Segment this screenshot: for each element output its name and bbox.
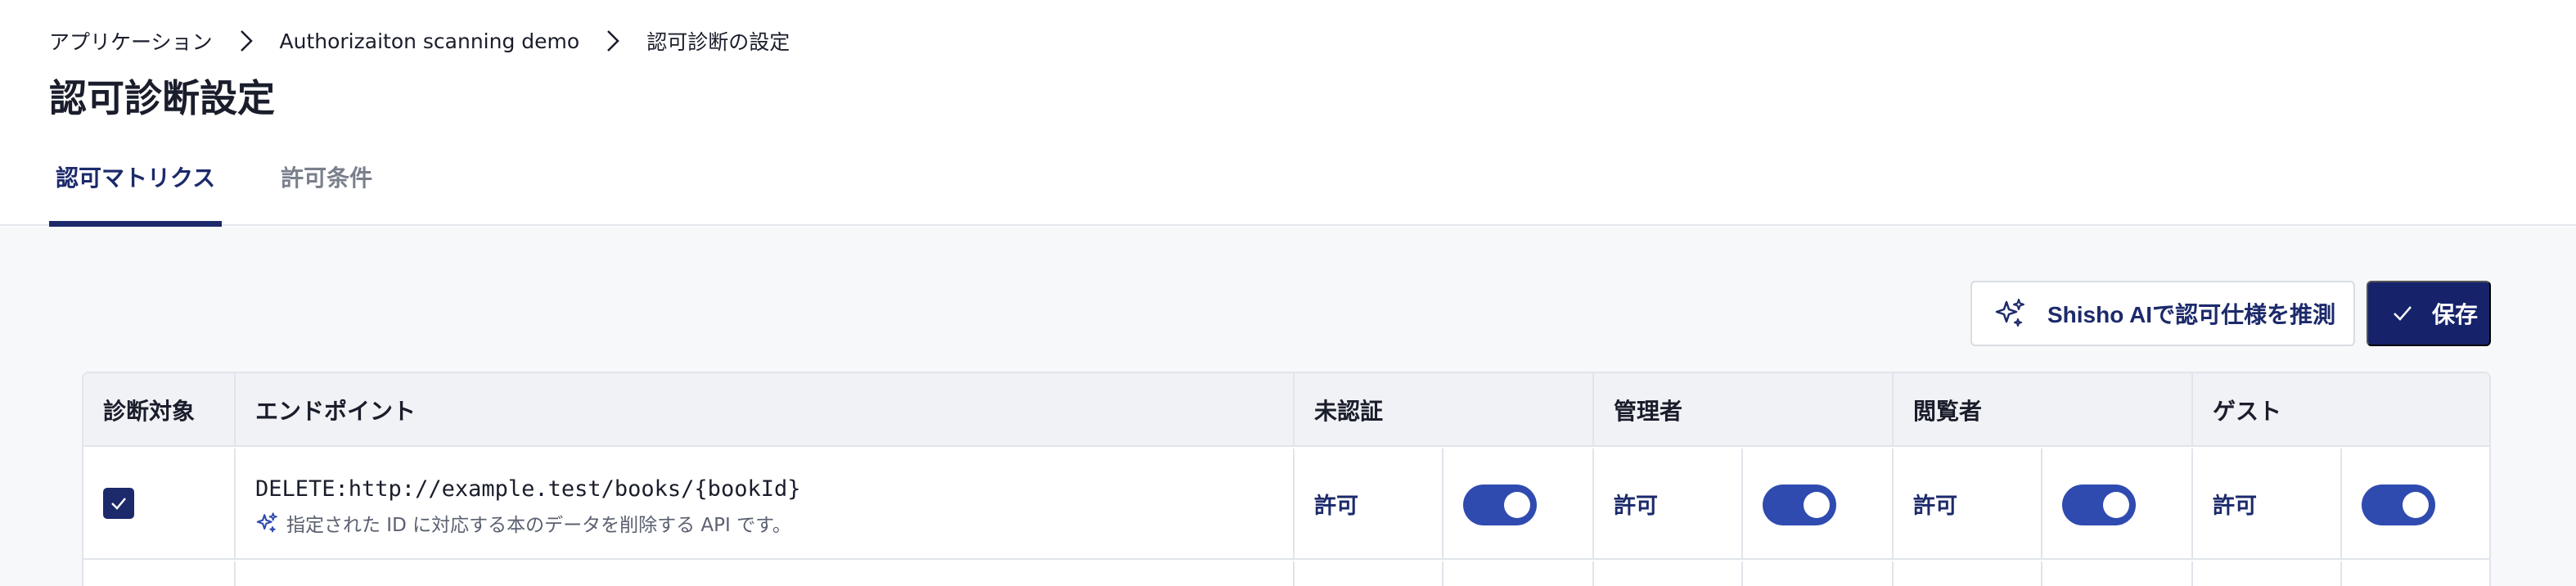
- permission-cell-guest: 許可: [2193, 449, 2489, 558]
- sparkles-icon: [255, 512, 278, 534]
- toggle-knob: [1504, 492, 1530, 518]
- permission-label: 許可: [2213, 494, 2257, 519]
- check-icon: [2391, 302, 2414, 325]
- breadcrumb: アプリケーション Authorizaiton scanning demo 認可診…: [49, 25, 790, 57]
- cell-divider: [2041, 449, 2042, 558]
- permission-cell-viewer: [1894, 561, 2193, 586]
- column-header-admin: 管理者: [1594, 373, 1894, 447]
- tab-authorization-matrix[interactable]: 認可マトリクス: [49, 147, 223, 228]
- save-button[interactable]: 保存: [2367, 281, 2491, 346]
- permission-cell-unauthenticated: [1295, 561, 1594, 586]
- tab-permission-conditions[interactable]: 許可条件: [274, 147, 379, 226]
- cell-divider: [2340, 449, 2342, 558]
- breadcrumb-item-current: 認可診断の設定: [646, 30, 790, 54]
- cell-divider: [2340, 561, 2342, 586]
- permission-toggle-unauthenticated[interactable]: [1463, 485, 1537, 525]
- endpoint-cell: DELETE:http://example.test/books/{bookId…: [236, 449, 1295, 558]
- save-button-label: 保存: [2432, 302, 2479, 327]
- page-title: 認可診断設定: [49, 76, 275, 120]
- cell-divider: [1741, 449, 1743, 558]
- tab-bar: 認可マトリクス 許可条件: [49, 147, 431, 228]
- permission-label: 許可: [1314, 494, 1358, 519]
- permission-toggle-guest[interactable]: [2362, 485, 2435, 525]
- cell-divider: [1442, 449, 1443, 558]
- cell-divider: [1741, 561, 1743, 586]
- target-cell: [83, 561, 236, 586]
- target-cell: [83, 449, 236, 558]
- cell-divider: [2041, 561, 2042, 586]
- endpoint-cell: [236, 561, 1295, 586]
- endpoint-description: 指定された ID に対応する本のデータを削除する API です。: [255, 509, 791, 537]
- target-checkbox[interactable]: [103, 488, 134, 519]
- chevron-right-icon: [601, 29, 625, 53]
- permission-cell-guest: [2193, 561, 2489, 586]
- toggle-knob: [1804, 492, 1830, 518]
- chevron-right-icon: [234, 29, 259, 53]
- page-header: アプリケーション Authorizaiton scanning demo 認可診…: [0, 0, 2576, 228]
- permission-toggle-admin[interactable]: [1763, 485, 1836, 525]
- table-row: [83, 561, 2489, 586]
- permission-cell-viewer: 許可: [1894, 449, 2193, 558]
- permission-cell-unauthenticated: 許可: [1295, 449, 1594, 558]
- column-header-guest: ゲスト: [2213, 398, 2282, 425]
- description-text: 指定された ID に対応する本のデータを削除する API です。: [286, 515, 791, 536]
- endpoint-text: DELETE:http://example.test/books/{bookId…: [255, 476, 801, 502]
- column-header-viewer: 閲覧者: [1894, 373, 2193, 447]
- ai-infer-button-label: Shisho AIで認可仕様を推測: [2047, 302, 2336, 327]
- cell-divider: [1442, 561, 1443, 586]
- authorization-matrix-table: 診断対象 エンドポイント 未認証 管理者 閲覧者 ゲスト DELETE:http…: [82, 372, 2491, 586]
- permission-label: 許可: [1614, 494, 1658, 519]
- breadcrumb-item-applications[interactable]: アプリケーション: [49, 26, 213, 56]
- permission-label: 許可: [1913, 494, 1957, 519]
- breadcrumb-item-app[interactable]: Authorizaiton scanning demo: [280, 29, 580, 53]
- column-header-unauthenticated: 未認証: [1295, 373, 1594, 447]
- column-header-endpoint: エンドポイント: [236, 373, 1295, 447]
- permission-cell-admin: [1594, 561, 1894, 586]
- table-row: DELETE:http://example.test/books/{bookId…: [83, 449, 2489, 560]
- table-header: 診断対象 エンドポイント 未認証 管理者 閲覧者 ゲスト: [83, 373, 2489, 447]
- permission-cell-admin: 許可: [1594, 449, 1894, 558]
- toggle-knob: [2403, 492, 2429, 518]
- ai-infer-button[interactable]: Shisho AIで認可仕様を推測: [1970, 281, 2355, 346]
- permission-toggle-viewer[interactable]: [2062, 485, 2136, 525]
- check-icon: [111, 498, 126, 510]
- sparkles-icon: [1993, 297, 2026, 330]
- toggle-knob: [2103, 492, 2129, 518]
- column-header-target: 診断対象: [83, 373, 236, 447]
